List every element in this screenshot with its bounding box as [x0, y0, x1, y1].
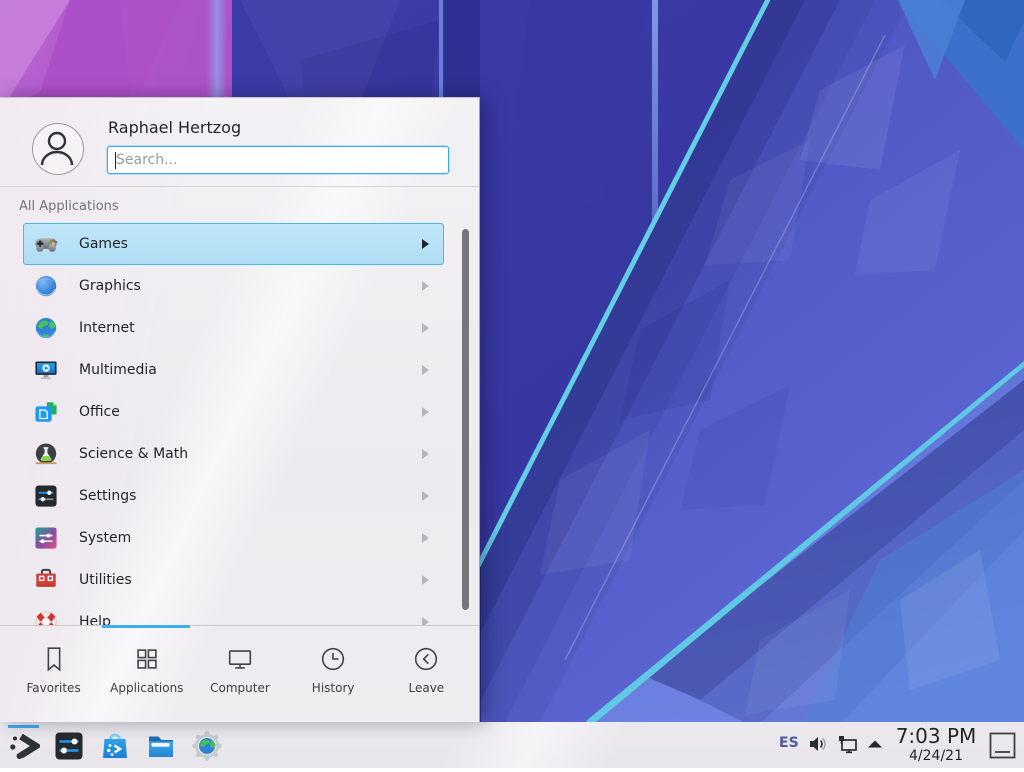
submenu-arrow-icon: [422, 449, 429, 459]
tabbar-divider: [0, 625, 479, 626]
category-label: Office: [79, 404, 120, 420]
multimedia-icon: [33, 357, 59, 383]
category-label: Games: [79, 236, 128, 252]
submenu-arrow-icon: [422, 365, 429, 375]
category-row-internet[interactable]: Internet: [23, 307, 444, 349]
category-label: Settings: [79, 488, 136, 504]
utilities-icon: [33, 567, 59, 593]
active-tab-indicator: [102, 625, 190, 628]
header-divider: [0, 186, 479, 187]
application-launcher-menu: Raphael Hertzog All Applications Games: [0, 97, 480, 722]
system-settings-button[interactable]: [53, 730, 85, 762]
category-row-system[interactable]: System: [23, 517, 444, 559]
section-label: All Applications: [19, 199, 119, 214]
category-label: Utilities: [79, 572, 132, 588]
show-desktop-button[interactable]: [989, 732, 1016, 759]
category-label: Graphics: [79, 278, 141, 294]
text-cursor: [115, 152, 116, 169]
help-icon: [33, 609, 59, 625]
tab-applications[interactable]: Applications: [100, 632, 193, 704]
clock-time: 7:03 PM: [880, 724, 992, 748]
submenu-arrow-icon: [422, 407, 429, 417]
category-row-help[interactable]: Help: [23, 601, 444, 625]
discover-button[interactable]: [99, 730, 131, 762]
taskbar: ES 7:03 PM 4/24/21: [0, 722, 1024, 768]
settings-icon: [33, 483, 59, 509]
tab-label: Computer: [210, 681, 270, 695]
graphics-icon: [33, 273, 59, 299]
file-manager-button[interactable]: [145, 730, 177, 762]
submenu-arrow-icon: [422, 281, 429, 291]
submenu-arrow-icon: [422, 617, 429, 625]
submenu-arrow-icon: [422, 533, 429, 543]
games-icon: [33, 231, 59, 257]
kickoff-tab-bar: Favorites Applications Computer: [7, 632, 473, 704]
tab-favorites[interactable]: Favorites: [7, 632, 100, 704]
office-icon: [33, 399, 59, 425]
category-row-graphics[interactable]: Graphics: [23, 265, 444, 307]
category-row-office[interactable]: Office: [23, 391, 444, 433]
favorites-icon: [39, 644, 69, 674]
tab-computer[interactable]: Computer: [193, 632, 286, 704]
computer-icon: [225, 644, 255, 674]
leave-icon: [411, 644, 441, 674]
launcher-active-indicator: [8, 725, 39, 728]
clock-date: 4/24/21: [880, 748, 992, 764]
category-row-settings[interactable]: Settings: [23, 475, 444, 517]
category-label: Internet: [79, 320, 135, 336]
tab-label: Applications: [110, 681, 183, 695]
network-icon[interactable]: [837, 734, 859, 756]
submenu-arrow-icon: [422, 239, 429, 249]
keyboard-layout-indicator[interactable]: ES: [779, 735, 799, 751]
category-label: Help: [79, 614, 111, 625]
search-input[interactable]: [108, 147, 448, 173]
applications-icon: [132, 644, 162, 674]
system-icon: [33, 525, 59, 551]
volume-icon[interactable]: [808, 734, 828, 754]
tab-label: History: [312, 681, 355, 695]
web-browser-button[interactable]: [191, 730, 223, 762]
category-list: Games Graphics Internet: [23, 223, 444, 625]
tab-history[interactable]: History: [287, 632, 380, 704]
tab-leave[interactable]: Leave: [380, 632, 473, 704]
history-icon: [318, 644, 348, 674]
tab-label: Favorites: [26, 681, 80, 695]
list-scrollbar[interactable]: [462, 229, 469, 610]
tab-label: Leave: [408, 681, 444, 695]
submenu-arrow-icon: [422, 323, 429, 333]
user-icon: [33, 124, 81, 172]
category-row-games[interactable]: Games: [23, 223, 444, 265]
category-row-utilities[interactable]: Utilities: [23, 559, 444, 601]
user-name: Raphael Hertzog: [108, 118, 241, 137]
submenu-arrow-icon: [422, 575, 429, 585]
user-avatar[interactable]: [32, 123, 84, 175]
category-label: System: [79, 530, 131, 546]
category-row-science-math[interactable]: Science & Math: [23, 433, 444, 475]
digital-clock[interactable]: 7:03 PM 4/24/21: [880, 724, 992, 764]
search-field-wrap: [107, 146, 449, 174]
category-label: Multimedia: [79, 362, 157, 378]
category-label: Science & Math: [79, 446, 188, 462]
internet-icon: [33, 315, 59, 341]
science-math-icon: [33, 441, 59, 467]
application-launcher-button[interactable]: [8, 730, 40, 762]
submenu-arrow-icon: [422, 491, 429, 501]
category-row-multimedia[interactable]: Multimedia: [23, 349, 444, 391]
